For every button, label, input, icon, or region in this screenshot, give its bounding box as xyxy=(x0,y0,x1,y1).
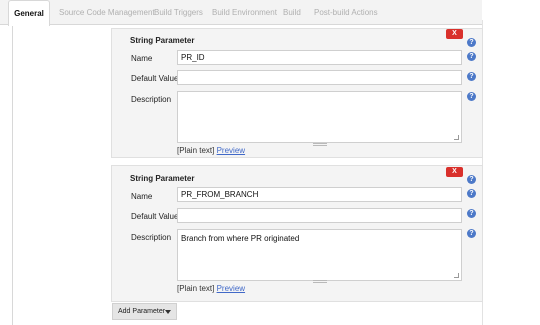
help-icon[interactable]: ? xyxy=(467,72,476,81)
tab-build-environment[interactable]: Build Environment xyxy=(212,0,277,26)
help-icon[interactable]: ? xyxy=(467,38,476,47)
textarea-resize-handle[interactable] xyxy=(313,143,327,146)
default-value-field[interactable] xyxy=(177,208,462,223)
description-text: Branch from where PR originated xyxy=(181,234,300,243)
description-label: Description xyxy=(131,95,172,104)
resize-grip-icon[interactable] xyxy=(454,273,459,278)
tab-post-build-actions[interactable]: Post-build Actions xyxy=(314,0,378,26)
delete-parameter-button[interactable]: X xyxy=(446,167,463,177)
delete-parameter-button[interactable]: X xyxy=(446,29,463,39)
name-label: Name xyxy=(131,192,153,201)
tab-bar: General Source Code Management Build Tri… xyxy=(0,0,540,26)
help-icon[interactable]: ? xyxy=(467,92,476,101)
tab-build[interactable]: Build xyxy=(283,0,301,26)
add-parameter-button[interactable]: Add Parameter xyxy=(112,303,177,320)
section-border-left xyxy=(12,26,13,325)
help-icon[interactable]: ? xyxy=(467,189,476,198)
default-value-label: Default Value xyxy=(131,212,179,221)
help-icon[interactable]: ? xyxy=(467,229,476,238)
name-label: Name xyxy=(131,54,153,63)
string-parameter-block: String Parameter X ? Name PR_ID ? Defaul… xyxy=(111,28,483,158)
tab-source-code-management[interactable]: Source Code Management xyxy=(59,0,155,26)
help-icon[interactable]: ? xyxy=(467,52,476,61)
description-textarea[interactable] xyxy=(177,91,462,143)
plain-text-label: [Plain text] xyxy=(177,284,215,293)
help-icon[interactable]: ? xyxy=(467,175,476,184)
tab-general[interactable]: General xyxy=(8,0,50,26)
description-textarea[interactable]: Branch from where PR originated xyxy=(177,229,462,281)
help-icon[interactable]: ? xyxy=(467,209,476,218)
default-value-field[interactable] xyxy=(177,70,462,85)
markup-footer: [Plain text] Preview xyxy=(177,284,245,293)
caret-down-icon xyxy=(165,310,171,314)
preview-link[interactable]: Preview xyxy=(217,284,245,293)
plain-text-label: [Plain text] xyxy=(177,146,215,155)
string-parameter-block: String Parameter X ? Name PR_FROM_BRANCH… xyxy=(111,165,483,302)
tab-build-triggers[interactable]: Build Triggers xyxy=(154,0,203,26)
name-field[interactable]: PR_ID xyxy=(177,50,462,65)
default-value-label: Default Value xyxy=(131,74,179,83)
textarea-resize-handle[interactable] xyxy=(313,280,327,283)
add-parameter-label: Add Parameter xyxy=(118,308,166,315)
name-field[interactable]: PR_FROM_BRANCH xyxy=(177,187,462,202)
markup-footer: [Plain text] Preview xyxy=(177,146,245,155)
parameter-title: String Parameter xyxy=(130,36,195,45)
description-label: Description xyxy=(131,233,172,242)
preview-link[interactable]: Preview xyxy=(217,146,245,155)
parameter-title: String Parameter xyxy=(130,174,195,183)
resize-grip-icon[interactable] xyxy=(454,135,459,140)
